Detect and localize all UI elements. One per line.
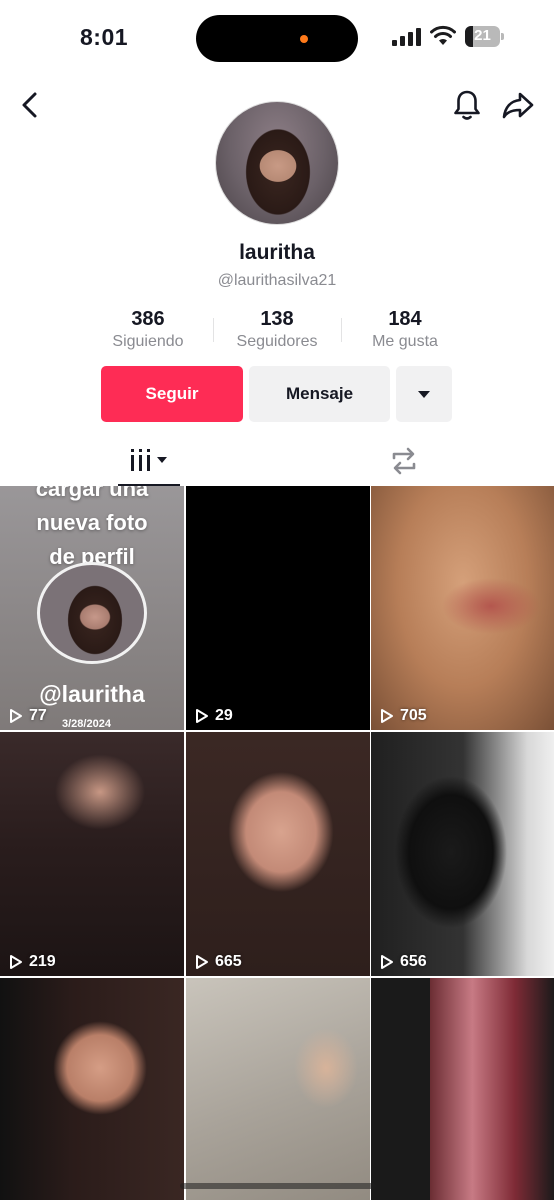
status-bar: 8:01 21 <box>0 0 554 75</box>
play-icon <box>10 955 22 969</box>
video-thumbnail[interactable]: cargar una nueva foto de perfil @laurith… <box>0 486 184 730</box>
battery-level: 21 <box>474 27 491 44</box>
view-count: 29 <box>194 707 233 725</box>
status-time: 8:01 <box>80 24 129 50</box>
profile-avatar[interactable] <box>215 101 339 225</box>
stat-label: Me gusta <box>372 333 438 350</box>
stat-value: 138 <box>260 308 294 330</box>
back-arrow-icon[interactable] <box>16 90 44 120</box>
stat-label: Siguiendo <box>112 333 184 350</box>
stat-divider <box>341 318 342 342</box>
message-button[interactable]: Mensaje <box>249 366 390 422</box>
wifi-icon <box>430 25 456 45</box>
video-thumbnail[interactable]: 219 <box>0 732 184 976</box>
tab-videos[interactable] <box>118 440 180 486</box>
play-icon <box>381 955 393 969</box>
video-thumbnail[interactable]: 705 <box>371 486 554 730</box>
video-thumbnail[interactable]: 665 <box>186 732 370 976</box>
profile-photo-preview <box>37 562 147 664</box>
view-count: 656 <box>379 953 427 971</box>
play-icon <box>196 709 208 723</box>
profile-tabs <box>0 440 554 486</box>
profile-handle: @laurithasilva21 <box>217 272 337 289</box>
stat-divider <box>213 318 214 342</box>
video-thumbnail[interactable] <box>186 978 370 1200</box>
video-grid-icon <box>131 449 167 471</box>
video-overlay-text: cargar una nueva foto de perfil <box>35 486 149 569</box>
view-count: 665 <box>194 953 242 971</box>
play-icon <box>196 955 208 969</box>
share-icon[interactable] <box>501 88 535 122</box>
recording-indicator <box>300 35 308 43</box>
battery-icon: 21 <box>465 26 505 48</box>
view-count: 219 <box>8 953 56 971</box>
view-count: 77 <box>8 707 47 725</box>
profile-display-name: lauritha <box>239 241 315 264</box>
play-icon <box>381 709 393 723</box>
stat-followers[interactable]: 138 Seguidores <box>226 308 328 351</box>
dynamic-island <box>196 15 358 62</box>
notification-bell-icon[interactable] <box>452 88 482 122</box>
video-thumbnail[interactable] <box>371 978 554 1200</box>
cellular-signal-icon <box>392 28 421 46</box>
stat-value: 386 <box>131 308 165 330</box>
repost-icon[interactable] <box>388 446 420 476</box>
play-icon <box>10 709 22 723</box>
video-date: 3/28/2024 <box>62 718 111 730</box>
home-indicator[interactable] <box>180 1183 376 1189</box>
video-thumbnail[interactable]: 656 <box>371 732 554 976</box>
stat-following[interactable]: 386 Siguiendo <box>100 308 196 351</box>
follow-button[interactable]: Seguir <box>101 366 243 422</box>
stat-label: Seguidores <box>236 333 318 350</box>
stat-likes[interactable]: 184 Me gusta <box>360 308 450 351</box>
video-thumbnail[interactable] <box>0 978 184 1200</box>
more-options-button[interactable] <box>396 366 452 422</box>
video-username-tag: @lauritha <box>39 681 145 707</box>
video-thumbnail[interactable]: 29 <box>186 486 370 730</box>
stat-value: 184 <box>388 308 422 330</box>
view-count: 705 <box>379 707 427 725</box>
chevron-down-icon <box>418 390 430 398</box>
